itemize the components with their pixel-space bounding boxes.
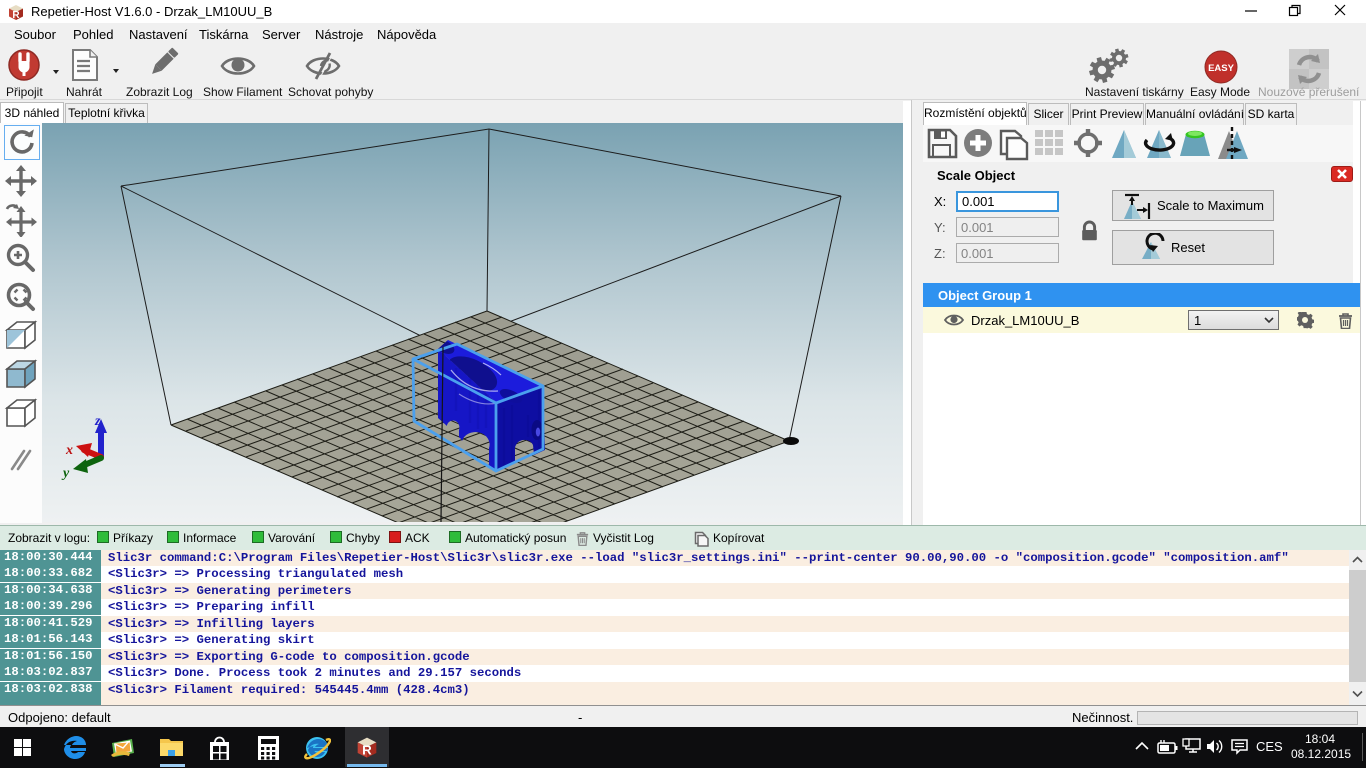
svg-text:z: z	[94, 414, 101, 429]
svg-text:R: R	[12, 10, 20, 21]
svg-text:x: x	[65, 443, 73, 458]
svg-text:EASY: EASY	[1208, 63, 1235, 74]
svg-text:R: R	[362, 743, 372, 758]
svg-text:y: y	[61, 466, 70, 481]
